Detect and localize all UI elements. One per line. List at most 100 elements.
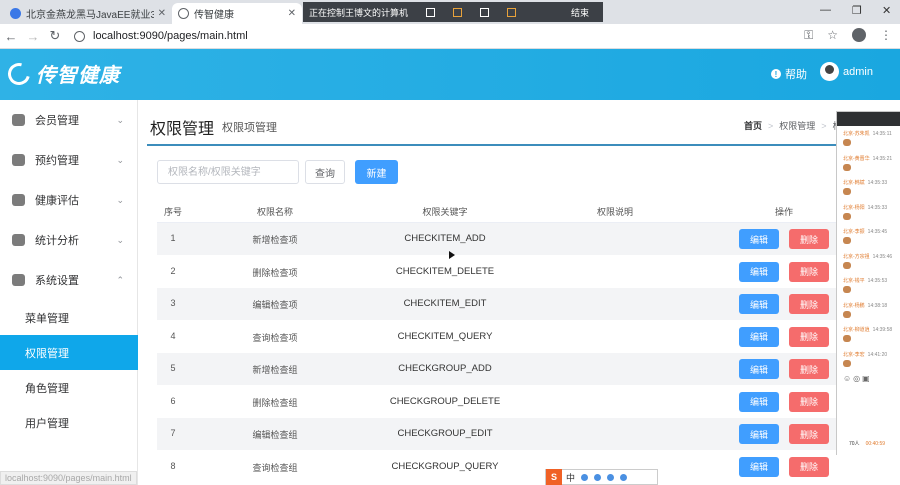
close-window-icon[interactable]: ✕ bbox=[882, 4, 891, 17]
close-icon[interactable]: ✕ bbox=[158, 8, 166, 19]
window-icon[interactable] bbox=[480, 7, 490, 17]
edit-button[interactable]: 编辑 bbox=[739, 391, 779, 412]
page-title: 权限管理 bbox=[150, 121, 215, 138]
user-icon bbox=[12, 114, 25, 126]
app-header: 传智健康 ! 帮助 admin bbox=[0, 49, 900, 100]
new-button[interactable]: 新建 bbox=[355, 160, 398, 184]
info-icon[interactable] bbox=[74, 30, 85, 42]
table-row: 3 编辑检查项 CHECKITEM_EDIT 编辑 删除 bbox=[157, 288, 836, 320]
edit-button[interactable]: 编辑 bbox=[739, 326, 779, 347]
emoji-icon bbox=[843, 237, 851, 244]
voice-icon[interactable] bbox=[607, 473, 615, 481]
sidebar-subitem-label: 角色管理 bbox=[25, 382, 69, 395]
image-icon[interactable]: ▣ bbox=[862, 374, 872, 383]
chat-sender: 北京-杨鹏 bbox=[843, 302, 865, 309]
delete-button[interactable]: 删除 bbox=[789, 424, 829, 444]
chat-sender: 北京-杨阳 bbox=[843, 204, 865, 211]
edit-button[interactable]: 编辑 bbox=[739, 424, 779, 444]
sidebar-subitem-label: 权限管理 bbox=[25, 347, 69, 360]
toolbox-icon[interactable] bbox=[620, 473, 628, 481]
browser-tab-2[interactable]: 传智健康 ✕ bbox=[172, 3, 302, 24]
breadcrumb: 首页>权限管理>权 bbox=[744, 119, 842, 132]
delete-button[interactable]: 删除 bbox=[789, 326, 829, 347]
key-icon[interactable]: ⚿ bbox=[804, 28, 813, 43]
sidebar-item-member[interactable]: 会员管理 ⌄ bbox=[0, 100, 138, 140]
sidebar-subitem-permission[interactable]: 权限管理 bbox=[0, 335, 138, 370]
chat-sender: 北京-黄晋华 bbox=[843, 155, 870, 162]
sogou-icon[interactable]: S bbox=[546, 469, 562, 485]
search-input[interactable] bbox=[157, 160, 299, 184]
close-icon[interactable]: ✕ bbox=[288, 8, 296, 19]
edit-button[interactable]: 编辑 bbox=[739, 359, 779, 379]
edit-button[interactable]: 编辑 bbox=[739, 456, 779, 477]
sidebar-subitem-user[interactable]: 用户管理 bbox=[0, 405, 138, 440]
pin-icon[interactable] bbox=[507, 7, 517, 17]
emoji-icon bbox=[843, 212, 851, 220]
reload-icon[interactable]: ↻ bbox=[44, 28, 66, 44]
table-header: 序号 权限名称 权限关键字 权限说明 操作 bbox=[157, 199, 836, 223]
sidebar-item-statistics[interactable]: 统计分析 ⌄ bbox=[0, 220, 138, 260]
table-row: 7 编辑检查组 CHECKGROUP_EDIT 编辑 删除 bbox=[157, 418, 836, 450]
edit-button[interactable]: 编辑 bbox=[739, 229, 779, 249]
emoji-icon bbox=[843, 359, 851, 367]
emoji-icon[interactable] bbox=[594, 473, 602, 481]
cell-index: 6 bbox=[170, 395, 176, 406]
address-bar: ← → ↻ localhost:9090/pages/main.html ⚿ ☆… bbox=[0, 24, 900, 49]
ime-mode-icon[interactable]: 中 bbox=[566, 471, 575, 484]
chat-time: 14:35:21 bbox=[872, 155, 893, 162]
cell-name: 新增检查项 bbox=[252, 235, 298, 245]
sidebar-item-appointment[interactable]: 预约管理 ⌄ bbox=[0, 140, 138, 180]
edit-button[interactable]: 编辑 bbox=[739, 294, 779, 314]
url-field[interactable]: localhost:9090/pages/main.html bbox=[74, 30, 248, 42]
username[interactable]: admin bbox=[843, 66, 873, 78]
star-icon[interactable]: ☆ bbox=[827, 28, 838, 43]
back-icon[interactable]: ← bbox=[0, 29, 22, 44]
query-button[interactable]: 查询 bbox=[305, 160, 345, 184]
sidebar-subitem-role[interactable]: 角色管理 bbox=[0, 370, 138, 405]
sidebar-item-settings[interactable]: 系统设置 ⌃ bbox=[0, 260, 138, 300]
avatar[interactable] bbox=[820, 62, 839, 81]
stethoscope-icon bbox=[12, 194, 25, 206]
browser-tab-1[interactable]: 北京金燕龙黑马JavaEE就业362期 ✕ bbox=[4, 3, 172, 24]
minimize-icon[interactable]: — bbox=[820, 4, 831, 16]
emoji-icon[interactable]: ☺ bbox=[843, 374, 853, 383]
table-row: 8 查询检查组 CHECKGROUP_QUERY 编辑 删除 bbox=[157, 451, 836, 483]
globe-icon bbox=[178, 8, 189, 19]
delete-button[interactable]: 删除 bbox=[789, 391, 829, 412]
tab-title: 传智健康 bbox=[194, 10, 234, 21]
fullscreen-icon[interactable] bbox=[426, 7, 436, 17]
help-label: 帮助 bbox=[785, 69, 807, 81]
menu-dots-icon[interactable]: ⋮ bbox=[880, 28, 892, 43]
forward-icon[interactable]: → bbox=[22, 29, 44, 44]
chat-time: 14:35:33 bbox=[867, 180, 888, 186]
chat-bubble-icon[interactable]: ◎ bbox=[853, 374, 862, 383]
emoji-icon bbox=[843, 310, 851, 318]
breadcrumb-item[interactable]: 权限管理 bbox=[779, 121, 815, 131]
chat-time: 14:35:46 bbox=[872, 253, 893, 260]
edit-button[interactable]: 编辑 bbox=[739, 261, 779, 282]
breadcrumb-home[interactable]: 首页 bbox=[744, 121, 762, 131]
logo[interactable]: 传智健康 bbox=[3, 58, 120, 89]
profile-icon[interactable] bbox=[852, 28, 866, 42]
delete-button[interactable]: 删除 bbox=[789, 261, 829, 282]
chat-time: 14:35:53 bbox=[867, 278, 888, 284]
ime-toolbar: S 中 bbox=[545, 469, 658, 485]
punctuation-icon[interactable] bbox=[581, 473, 589, 481]
mute-icon[interactable] bbox=[453, 7, 463, 17]
sidebar-subitem-menu[interactable]: 菜单管理 bbox=[0, 300, 138, 335]
column-header: 权限关键字 bbox=[422, 207, 468, 217]
chat-titlebar bbox=[837, 112, 900, 126]
delete-button[interactable]: 删除 bbox=[789, 456, 829, 477]
delete-button[interactable]: 删除 bbox=[789, 294, 829, 314]
calendar-icon bbox=[12, 154, 25, 166]
cell-keyword: CHECKGROUP_DELETE bbox=[389, 395, 501, 407]
bing-icon bbox=[10, 8, 21, 19]
restore-icon[interactable]: ❐ bbox=[852, 4, 862, 17]
chevron-down-icon: ⌄ bbox=[116, 114, 124, 125]
cell-name: 编辑检查组 bbox=[252, 430, 298, 440]
sidebar-item-assessment[interactable]: 健康评估 ⌄ bbox=[0, 180, 138, 220]
remote-end-button[interactable]: 结束 bbox=[571, 6, 589, 19]
help-link[interactable]: ! 帮助 bbox=[771, 66, 807, 82]
delete-button[interactable]: 删除 bbox=[789, 359, 829, 379]
delete-button[interactable]: 删除 bbox=[789, 229, 829, 249]
